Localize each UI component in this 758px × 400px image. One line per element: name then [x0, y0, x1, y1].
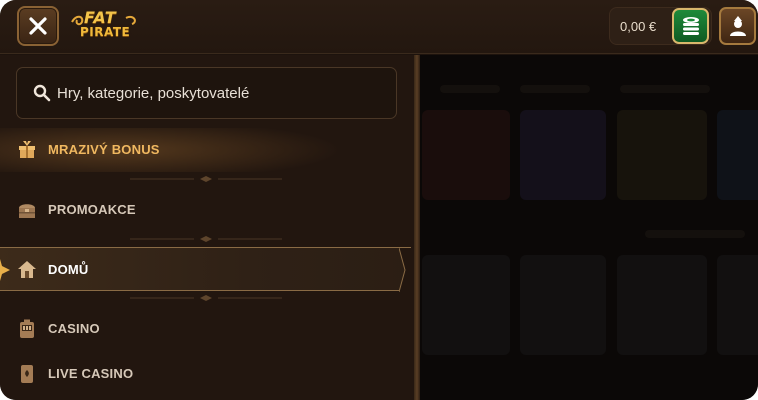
fat-pirate-logo[interactable]: FAT PIRATE [70, 8, 140, 42]
menu-item-label: MRAZIVÝ BONUS [48, 142, 160, 157]
search-input[interactable] [57, 68, 387, 118]
category-pill [520, 85, 590, 93]
balance-amount: 0,00 € [620, 19, 657, 34]
user-icon [729, 16, 746, 36]
game-tile [422, 255, 510, 355]
gift-icon [19, 141, 35, 158]
game-tile [520, 110, 606, 200]
active-indicator [0, 259, 10, 281]
dimmed-page-overlay[interactable] [420, 55, 758, 400]
game-tile [617, 255, 707, 355]
category-pill [440, 85, 500, 93]
game-tile [422, 110, 510, 200]
menu-item-label: DOMŮ [48, 262, 89, 277]
game-tile [520, 255, 606, 355]
close-menu-button[interactable] [17, 6, 59, 46]
menu-item-casino[interactable]: CASINO [0, 307, 414, 351]
coins-icon [682, 17, 699, 35]
app-window: FAT PIRATE 0,00 € Hry, kategorie, poskyt… [0, 0, 758, 400]
home-icon [18, 261, 36, 278]
close-icon [29, 17, 47, 35]
top-bar: FAT PIRATE 0,00 € [0, 0, 758, 54]
category-pill [620, 85, 710, 93]
menu-item-label: PROMOAKCE [48, 202, 136, 217]
menu-item-live-casino[interactable]: LIVE CASINO [0, 352, 414, 396]
treasure-chest-icon [19, 204, 35, 218]
deposit-button[interactable] [672, 8, 709, 44]
side-menu: MRAZIVÝ BONUS PROMOAKCE [0, 55, 414, 400]
game-tile [717, 110, 758, 200]
menu-item-home[interactable]: DOMŮ [0, 247, 411, 292]
profile-button[interactable] [719, 7, 756, 45]
logo-text-bottom: PIRATE [80, 25, 131, 39]
search-box[interactable] [16, 67, 397, 119]
search-icon [33, 84, 51, 102]
ornament-divider [130, 236, 282, 242]
slot-machine-icon [20, 319, 34, 338]
menu-item-label: LIVE CASINO [48, 366, 134, 381]
menu-item-promotions[interactable]: PROMOAKCE [0, 188, 414, 232]
ornament-divider [130, 176, 282, 182]
active-ribbon-end [399, 248, 411, 292]
menu-item-bonus[interactable]: MRAZIVÝ BONUS [0, 128, 414, 172]
card-icon [21, 365, 33, 383]
section-title-pill [645, 230, 745, 238]
ornament-divider [130, 295, 282, 301]
game-tile [717, 255, 758, 355]
game-tile [617, 110, 707, 200]
menu-item-label: CASINO [48, 321, 100, 336]
